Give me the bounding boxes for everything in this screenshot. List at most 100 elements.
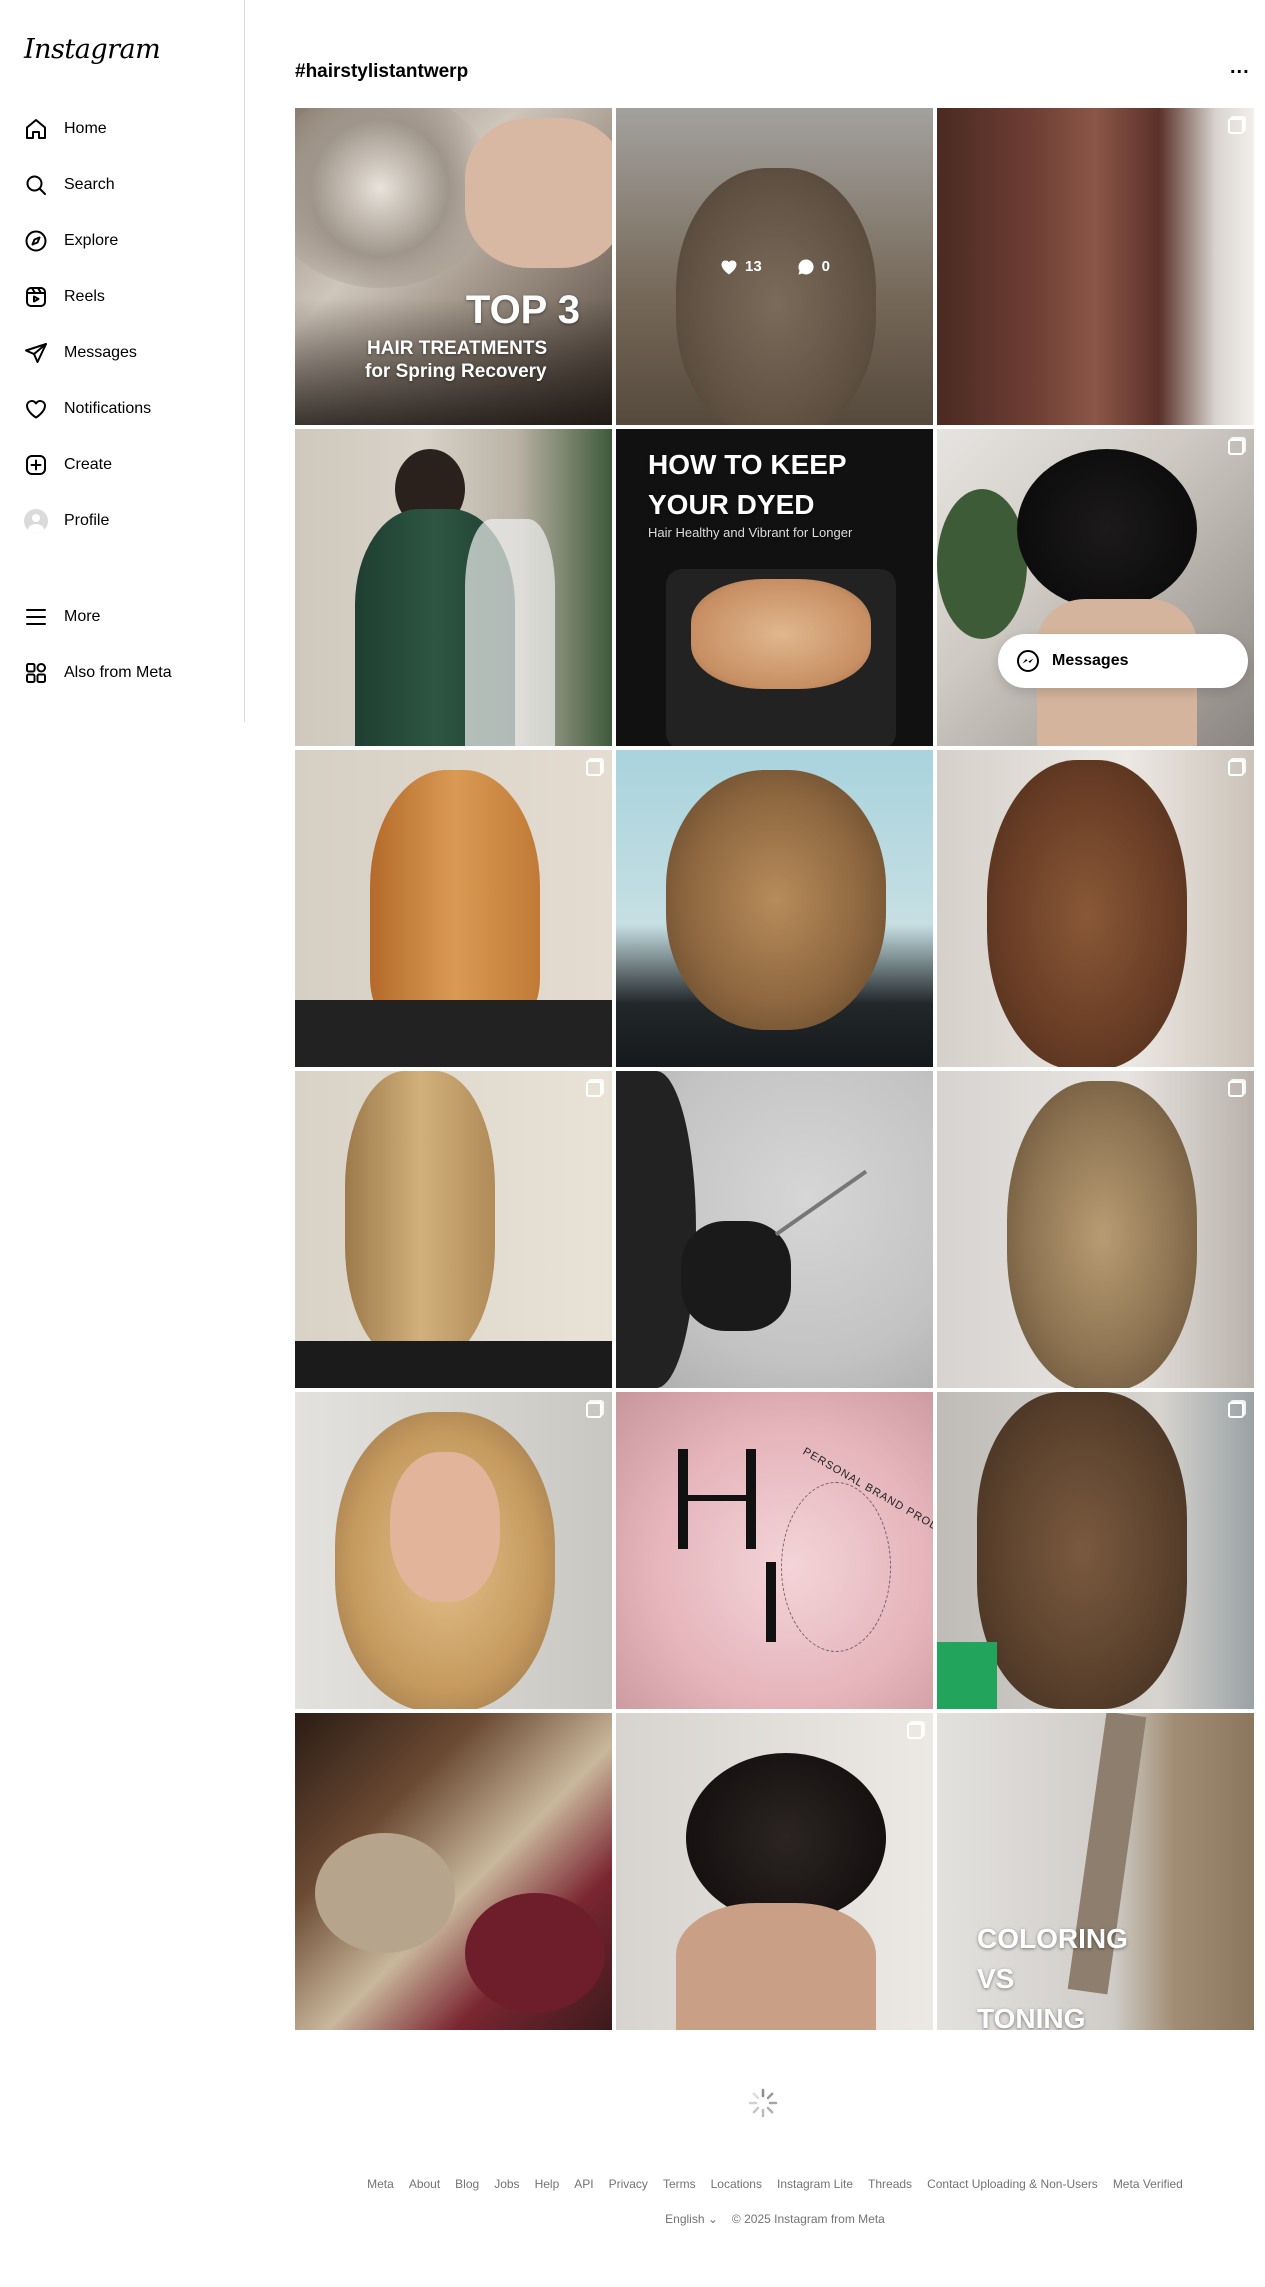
post-tile[interactable] <box>295 750 612 1067</box>
chevron-down-icon: ⌄ <box>707 2212 718 2226</box>
multi-post-icon <box>1228 1081 1244 1097</box>
multi-post-icon <box>907 1723 923 1739</box>
sidebar-item-label: Reels <box>64 288 105 305</box>
cape-shape <box>295 1000 612 1067</box>
sidebar-item-messages[interactable]: Messages <box>22 333 232 373</box>
post-tile[interactable] <box>937 1071 1254 1388</box>
post-tile[interactable]: COLORING VS TONING <box>937 1713 1254 2030</box>
footer-link[interactable]: Meta Verified <box>1113 2177 1183 2191</box>
post-tile[interactable] <box>616 1071 933 1388</box>
footer-link[interactable]: Instagram Lite <box>777 2177 853 2191</box>
swatch-shape <box>465 1893 605 2013</box>
sidebar-item-also-from-meta[interactable]: Also from Meta <box>22 653 232 693</box>
sidebar-item-more[interactable]: More <box>22 597 232 637</box>
footer-link[interactable]: Meta <box>367 2177 394 2191</box>
messages-floating-label: Messages <box>1052 652 1129 669</box>
home-icon <box>22 115 50 143</box>
updo-shape <box>686 1753 886 1923</box>
page-title: #hairstylistantwerp <box>295 61 469 82</box>
multi-post-icon <box>1228 760 1244 776</box>
multi-post-icon <box>586 1402 602 1418</box>
post-caption-big: TOP 3 <box>465 288 580 332</box>
footer-link[interactable]: Contact Uploading & Non-Users <box>927 2177 1098 2191</box>
footer-link[interactable]: Privacy <box>609 2177 648 2191</box>
scissors-shape <box>774 1169 868 1237</box>
plant-shape <box>937 489 1027 639</box>
post-tile[interactable]: TOP 3 HAIR TREATMENTS for Spring Recover… <box>295 108 612 425</box>
hover-overlay: 13 0 <box>616 108 933 425</box>
post-tile[interactable] <box>937 750 1254 1067</box>
footer-link[interactable]: Jobs <box>494 2177 519 2191</box>
post-tile[interactable] <box>937 1392 1254 1709</box>
hair-shape <box>987 760 1187 1067</box>
post-tile[interactable] <box>937 429 1254 746</box>
footer-bottom: English ⌄ © 2025 Instagram from Meta <box>295 2212 1255 2226</box>
glove-shape <box>681 1221 791 1331</box>
footer-link[interactable]: Blog <box>455 2177 479 2191</box>
meta-apps-icon <box>22 659 50 687</box>
hair-shape <box>666 770 886 1030</box>
sidebar-item-label: Search <box>64 176 115 193</box>
sidebar-item-notifications[interactable]: Notifications <box>22 389 232 429</box>
sidebar-item-explore[interactable]: Explore <box>22 221 232 261</box>
sidebar-item-create[interactable]: Create <box>22 445 232 485</box>
post-grid: TOP 3 HAIR TREATMENTS for Spring Recover… <box>295 108 1255 2030</box>
updo-shape <box>1017 449 1197 609</box>
copyright: © 2025 Instagram from Meta <box>731 2212 885 2226</box>
sidebar-item-label: More <box>64 608 101 625</box>
sidebar-item-label: Notifications <box>64 400 152 417</box>
post-caption-line: HAIR TREATMENTS <box>367 338 548 359</box>
brand-ring-shape <box>781 1482 891 1652</box>
likes-stat: 13 <box>719 257 762 277</box>
sidebar-item-reels[interactable]: Reels <box>22 277 232 317</box>
footer-link[interactable]: API <box>574 2177 593 2191</box>
post-tile[interactable] <box>295 1392 612 1709</box>
shirt-shape <box>937 1642 997 1709</box>
post-tile[interactable]: 13 0 <box>616 108 933 425</box>
post-tile[interactable] <box>937 108 1254 425</box>
post-caption-line: for Spring Recovery <box>365 361 547 382</box>
likes-count: 13 <box>744 258 762 275</box>
post-caption-line: HOW TO KEEP <box>648 449 847 480</box>
sidebar-item-label: Create <box>64 456 113 473</box>
more-options-button[interactable]: ... <box>1230 56 1250 79</box>
footer-link[interactable]: Help <box>535 2177 560 2191</box>
avatar <box>24 509 48 533</box>
post-tile[interactable]: HOW TO KEEP YOUR DYED Hair Healthy and V… <box>616 429 933 746</box>
paper-plane-icon <box>22 339 50 367</box>
avatar-wrapper <box>22 507 50 535</box>
shadow-shape <box>616 1071 696 1388</box>
post-tile[interactable] <box>616 1713 933 2030</box>
post-tile[interactable] <box>616 750 933 1067</box>
sidebar-item-profile[interactable]: Profile <box>22 501 232 541</box>
footer-link[interactable]: Locations <box>711 2177 762 2191</box>
post-tile[interactable] <box>295 1071 612 1388</box>
heart-icon <box>721 259 737 274</box>
post-caption-line: TONING <box>977 2003 1086 2030</box>
footer-link[interactable]: Threads <box>868 2177 912 2191</box>
sidebar-item-home[interactable]: Home <box>22 109 232 149</box>
sidebar-item-label: Profile <box>64 512 110 529</box>
face-shape <box>390 1452 500 1602</box>
instagram-logo[interactable]: Instagram <box>24 34 161 65</box>
messages-floating-button[interactable]: Messages <box>998 634 1248 688</box>
chair-shape <box>295 1341 612 1388</box>
footer-link[interactable]: Terms <box>663 2177 696 2191</box>
post-tile[interactable] <box>295 429 612 746</box>
multi-post-icon <box>586 1081 602 1097</box>
post-tile[interactable]: PERSONAL BRAND PRODUCTS H I <box>616 1392 933 1709</box>
hair-shape <box>345 1071 495 1361</box>
multi-post-icon <box>586 760 602 776</box>
post-tile[interactable] <box>295 1713 612 2030</box>
compass-icon <box>22 227 50 255</box>
search-icon <box>22 171 50 199</box>
reels-icon <box>22 283 50 311</box>
language-selector[interactable]: English ⌄ <box>665 2212 718 2226</box>
footer-link[interactable]: About <box>409 2177 440 2191</box>
sidebar-item-label: Also from Meta <box>64 664 172 681</box>
post-caption-sub: Hair Healthy and Vibrant for Longer <box>648 525 853 540</box>
veil-shape <box>465 519 555 746</box>
sidebar-item-search[interactable]: Search <box>22 165 232 205</box>
menu-icon <box>22 603 50 631</box>
loading-spinner-icon <box>748 2088 778 2118</box>
